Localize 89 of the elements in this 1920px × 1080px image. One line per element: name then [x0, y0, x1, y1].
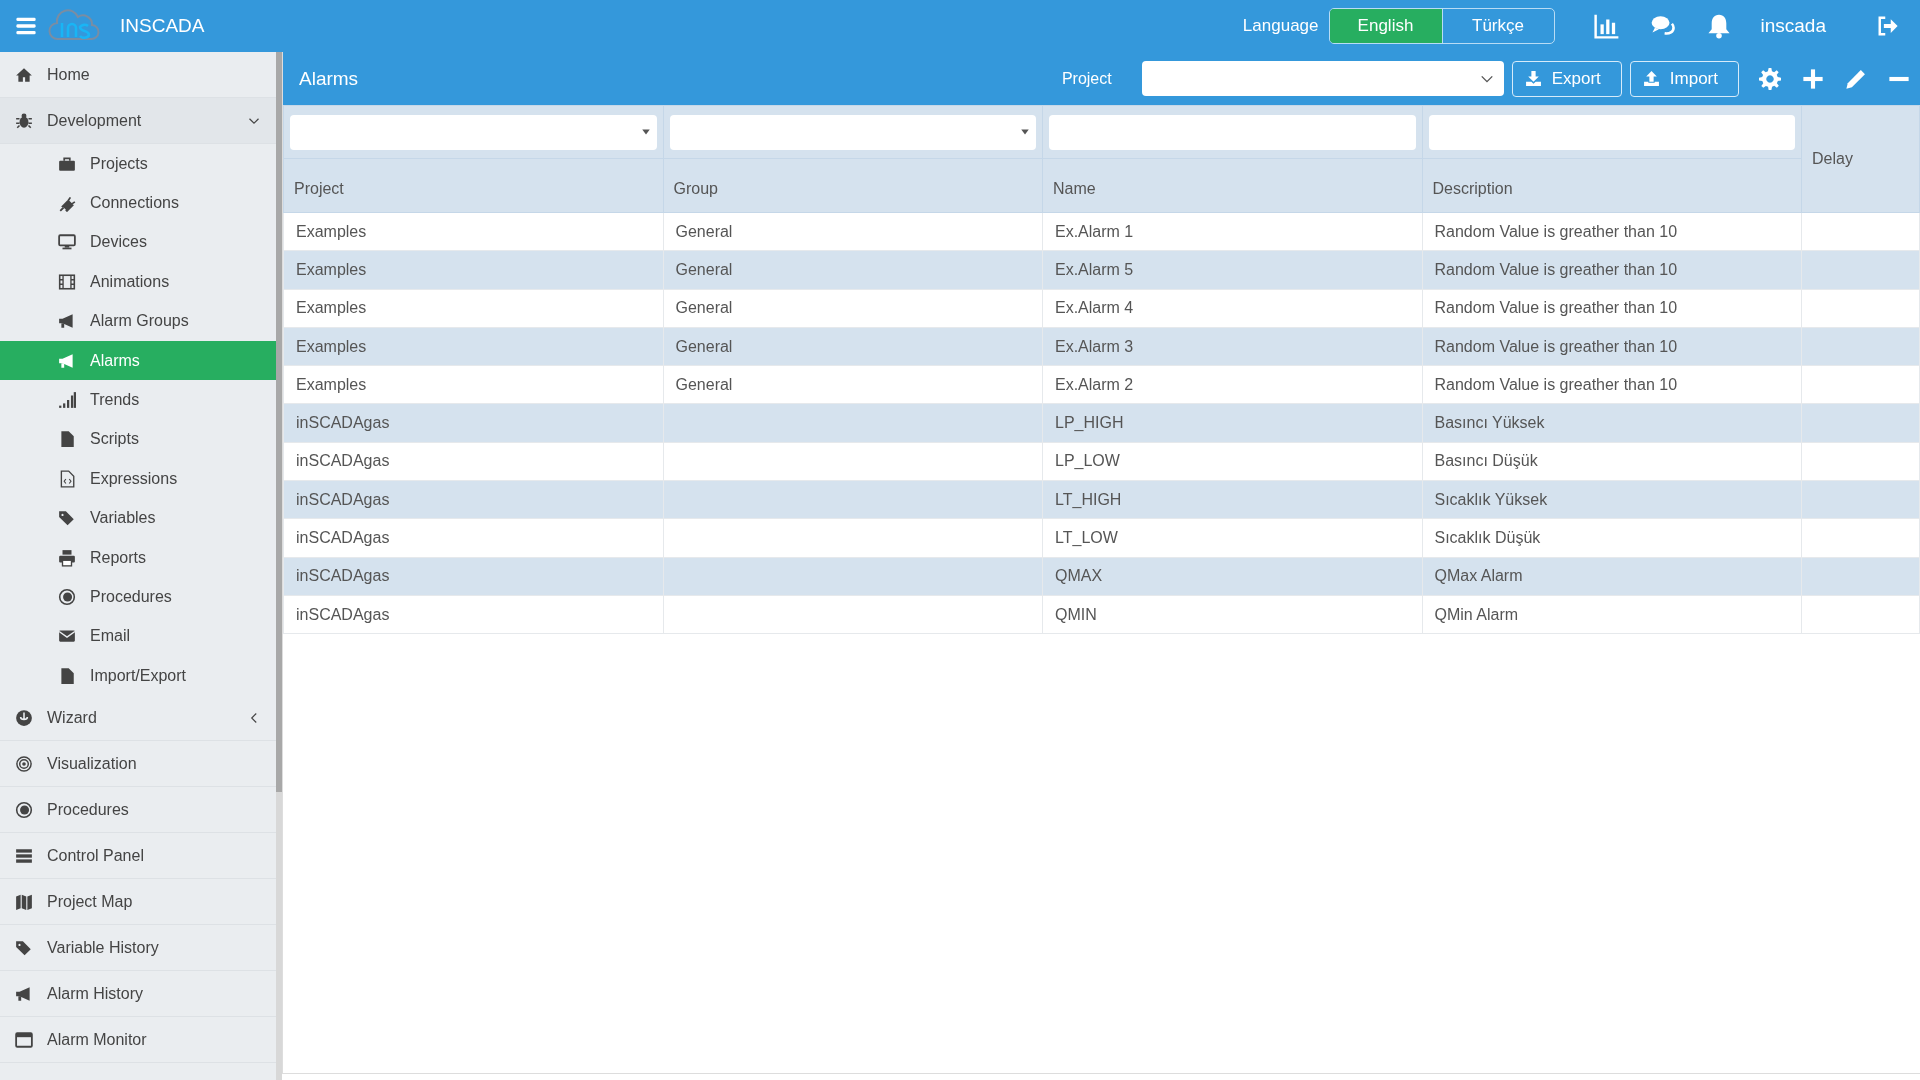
- table-cell: Ex.Alarm 5: [1042, 250, 1422, 290]
- menu-icon[interactable]: [14, 15, 38, 37]
- disc-icon: [14, 800, 34, 819]
- column-header[interactable]: Group: [663, 158, 1043, 213]
- submenu-item[interactable]: Variables: [0, 498, 276, 538]
- emblem-icon: [14, 708, 34, 727]
- signal-bars-icon: [57, 391, 77, 410]
- table-cell: Examples: [283, 365, 663, 404]
- project-label: Project: [1061, 69, 1112, 88]
- panel-title: Alarms: [299, 67, 359, 90]
- server-icon: [14, 846, 34, 865]
- table-cell: Ex.Alarm 3: [1042, 327, 1422, 366]
- sign-out-icon[interactable]: [1876, 15, 1900, 37]
- table-cell: Basıncı Düşük: [1422, 442, 1802, 481]
- download-icon: [1524, 70, 1542, 87]
- table-cell: QMAX: [1042, 557, 1422, 596]
- submenu-item[interactable]: Scripts: [0, 419, 276, 460]
- column-header[interactable]: Project: [283, 158, 663, 213]
- table-cell: Sıcaklık Düşük: [1422, 518, 1802, 558]
- table-cell: Random Value is greather than 10: [1422, 250, 1802, 290]
- table-cell: Examples: [283, 250, 663, 290]
- submenu-item[interactable]: Animations: [0, 262, 276, 302]
- disc-icon: [57, 588, 77, 606]
- table-cell: LT_LOW: [1042, 518, 1422, 558]
- menu-item[interactable]: Procedures: [0, 787, 276, 834]
- language-label: Language: [1242, 16, 1319, 36]
- table-cell: inSCADAgas: [283, 404, 663, 443]
- table-cell: inSCADAgas: [283, 557, 663, 596]
- table-cell: General: [663, 250, 1043, 290]
- menu-item[interactable]: Development: [0, 98, 276, 144]
- table-cell: General: [663, 365, 1043, 404]
- table-cell: inSCADAgas: [283, 442, 663, 481]
- app-name: INSCADA: [120, 15, 205, 37]
- window-icon: [14, 1030, 34, 1049]
- menu-item[interactable]: Control Panel: [0, 833, 276, 880]
- film-icon: [57, 272, 77, 291]
- target-icon: [14, 754, 34, 773]
- table-cell: General: [663, 289, 1043, 328]
- submenu-item[interactable]: Import/Export: [0, 656, 276, 696]
- bug-icon: [14, 111, 34, 130]
- submenu-item[interactable]: Devices: [0, 222, 276, 263]
- table-cell: inSCADAgas: [283, 595, 663, 634]
- table-cell: Random Value is greather than 10: [1422, 327, 1802, 366]
- table-cell: LT_HIGH: [1042, 480, 1422, 519]
- table-cell: Examples: [283, 212, 663, 251]
- submenu-item[interactable]: Alarm Groups: [0, 301, 276, 341]
- table-cell: Random Value is greather than 10: [1422, 212, 1802, 251]
- map-icon: [14, 892, 34, 911]
- submenu-item[interactable]: Procedures: [0, 577, 276, 617]
- printer-icon: [57, 548, 77, 567]
- table-cell: Random Value is greather than 10: [1422, 365, 1802, 404]
- table-cell: Ex.Alarm 2: [1042, 365, 1422, 404]
- caret-down-icon: [640, 127, 651, 137]
- add-icon[interactable]: [1802, 67, 1824, 90]
- settings-icon[interactable]: [1759, 67, 1781, 90]
- submenu-item[interactable]: Expressions: [0, 459, 276, 499]
- filter-field[interactable]: [1428, 114, 1795, 150]
- table-cell: QMax Alarm: [1422, 557, 1802, 596]
- table-cell: Examples: [283, 289, 663, 328]
- submenu-item[interactable]: Reports: [0, 537, 276, 578]
- table-cell: Random Value is greather than 10: [1422, 289, 1802, 328]
- submenu-item[interactable]: Trends: [0, 380, 276, 420]
- filter-field[interactable]: [1049, 114, 1416, 150]
- monitor-icon: [57, 233, 77, 252]
- table-cell: QMin Alarm: [1422, 595, 1802, 634]
- table-cell: Ex.Alarm 4: [1042, 289, 1422, 328]
- submenu-item[interactable]: Connections: [0, 183, 276, 223]
- table-cell: Basıncı Yüksek: [1422, 404, 1802, 443]
- table-cell: LP_HIGH: [1042, 404, 1422, 443]
- menu-item[interactable]: Wizard: [0, 695, 276, 742]
- column-header[interactable]: Name: [1042, 158, 1422, 213]
- table-cell: Ex.Alarm 1: [1042, 212, 1422, 251]
- caret-down-icon: [1020, 127, 1030, 137]
- upload-icon: [1642, 70, 1660, 87]
- table-cell: LP_LOW: [1042, 442, 1422, 481]
- table-cell: inSCADAgas: [283, 480, 663, 519]
- table-cell: Examples: [283, 327, 663, 366]
- table-cell: General: [663, 212, 1043, 251]
- table-cell: QMIN: [1042, 595, 1422, 634]
- bar-chart-icon[interactable]: [1592, 13, 1621, 39]
- menu-item[interactable]: Alarm Monitor: [0, 1017, 276, 1064]
- scrollbar[interactable]: [276, 52, 282, 1080]
- submenu-item[interactable]: Projects: [0, 144, 276, 184]
- pencil-icon[interactable]: [1845, 67, 1867, 90]
- table-cell: Sıcaklık Yüksek: [1422, 480, 1802, 519]
- table-cell: General: [663, 327, 1043, 366]
- table-cell: inSCADAgas: [283, 518, 663, 558]
- submenu-item[interactable]: Email: [0, 616, 276, 657]
- menu-item[interactable]: Project Map: [0, 879, 276, 926]
